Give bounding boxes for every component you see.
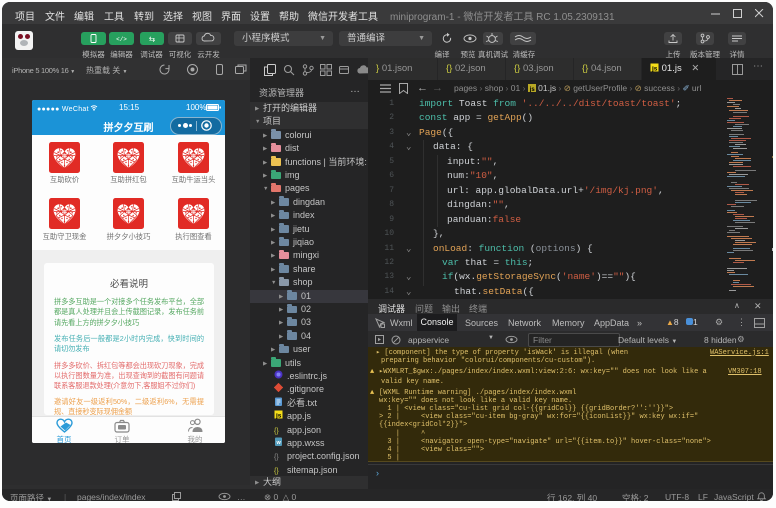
svg-text:⇆: ⇆ bbox=[149, 35, 156, 44]
svg-text:</>: </> bbox=[116, 36, 127, 43]
svg-text:js: js bbox=[275, 413, 282, 420]
svg-text:w: w bbox=[275, 440, 281, 446]
svg-text:js: js bbox=[651, 66, 658, 73]
svg-text:js: js bbox=[528, 87, 535, 92]
